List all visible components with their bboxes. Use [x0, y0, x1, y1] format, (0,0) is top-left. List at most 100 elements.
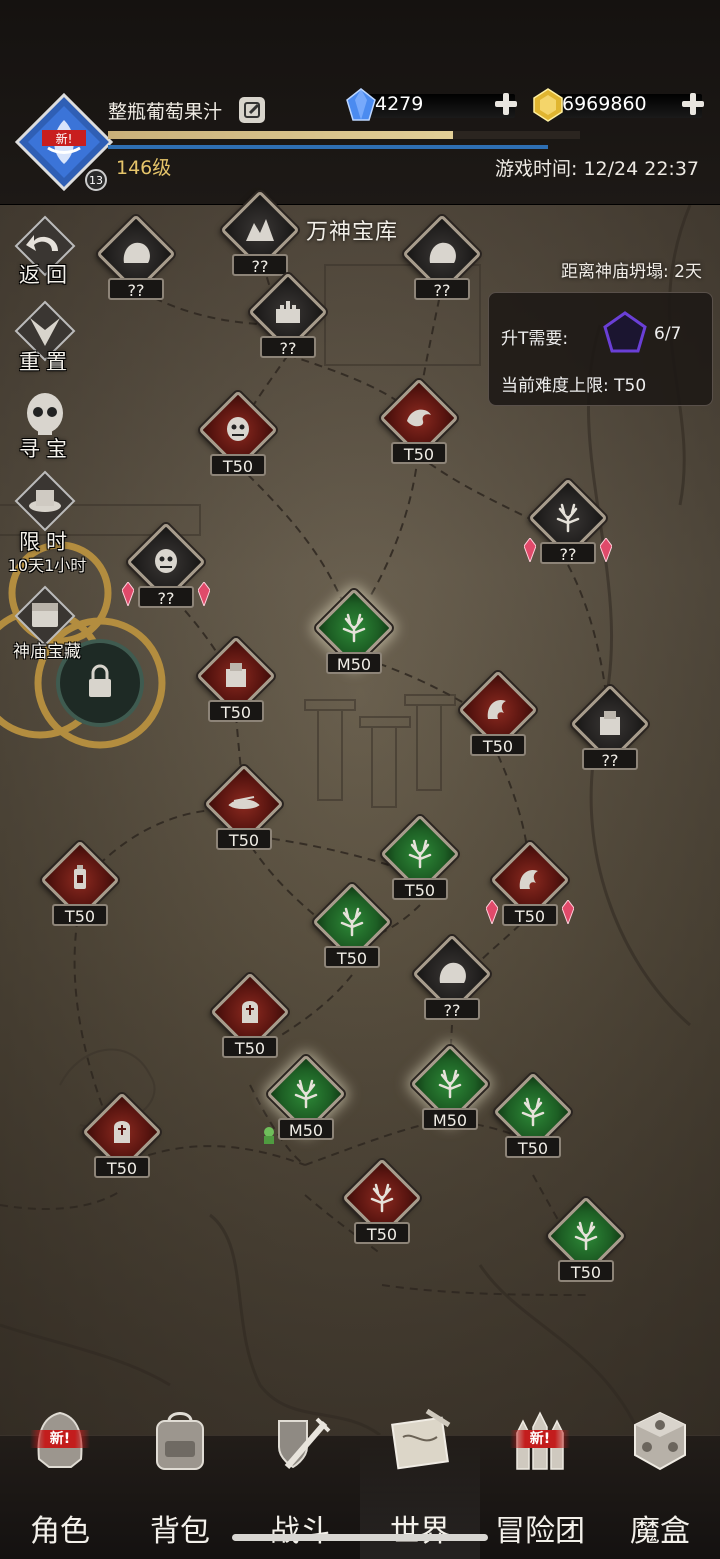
map-node[interactable]: ??	[402, 214, 482, 312]
node-label: ??	[582, 748, 638, 770]
node-label: ??	[414, 278, 470, 300]
scroll-map-icon	[391, 1408, 451, 1470]
map-node[interactable]: T50	[204, 764, 284, 862]
map-node[interactable]: T50	[485, 840, 575, 938]
node-label: T50	[392, 878, 448, 900]
reset-label: 重置	[19, 350, 73, 374]
tree-icon	[438, 1069, 462, 1099]
mountain-icon	[246, 219, 274, 241]
wreckage-icon	[228, 796, 260, 809]
avatar-new-badge: 新!	[56, 131, 73, 146]
map-node[interactable]: T50	[210, 972, 290, 1070]
node-label: ??	[540, 542, 596, 564]
add-gold-button[interactable]	[682, 93, 704, 115]
purple-pentagon-gem-icon	[603, 311, 647, 353]
node-label: T50	[210, 454, 266, 476]
map-node[interactable]: T50	[342, 1158, 422, 1256]
map-node[interactable]: T50	[40, 840, 120, 938]
blue-gem-icon	[346, 88, 376, 121]
crate-icon	[600, 711, 620, 735]
map-node[interactable]: ??	[248, 272, 328, 370]
map-node[interactable]: T50	[493, 1072, 573, 1170]
gold-currency: 6969860	[532, 88, 712, 122]
orc-head-icon	[227, 417, 249, 441]
node-label: T50	[94, 1156, 150, 1178]
nav-backpack[interactable]: 背包	[120, 1412, 240, 1559]
treasure-hunt-label: 寻宝	[19, 437, 73, 461]
player-avatar[interactable]: 新! 13	[14, 92, 114, 192]
lantern-icon	[74, 865, 86, 889]
new-badge: 新!	[510, 1430, 570, 1448]
node-label: ??	[260, 336, 316, 358]
map-node[interactable]: T50	[380, 814, 460, 912]
map-node[interactable]: T50	[379, 378, 459, 476]
player-header: 新! 13 整瓶葡萄果汁 146级 游戏时间: 12/24 22:37 4279…	[0, 0, 720, 205]
map-title: 万神宝库	[306, 220, 399, 245]
player-name: 整瓶葡萄果汁	[108, 101, 223, 123]
backpack-icon	[156, 1412, 204, 1470]
back-button[interactable]: 返回	[0, 215, 92, 295]
temple-collapse-countdown: 距离神庙坍塌: 2天	[561, 262, 702, 282]
map-node[interactable]: T50	[312, 882, 392, 980]
temple-treasure-button[interactable]: 神庙宝藏	[0, 585, 92, 665]
nav-label: 背包	[150, 1514, 210, 1549]
map-node[interactable]: ??	[96, 214, 176, 312]
back-label: 返回	[19, 263, 73, 287]
gold-count: 6969860	[562, 93, 647, 115]
map-node[interactable]: M50	[314, 588, 394, 686]
exp-bar	[108, 131, 580, 139]
add-gems-button[interactable]	[495, 93, 517, 115]
castle-icon	[276, 301, 300, 323]
claw-icon	[519, 869, 538, 889]
nav-character[interactable]: 新! 角色	[0, 1411, 120, 1559]
limited-time-remaining: 10天1小时	[7, 556, 87, 575]
node-label: M50	[326, 652, 382, 674]
limited-event-button[interactable]: 限时 10天1小时	[0, 470, 92, 580]
boulder-icon	[439, 962, 466, 983]
node-label: T50	[470, 734, 526, 756]
map-node[interactable]: T50	[458, 670, 538, 768]
edit-name-icon[interactable]	[239, 97, 265, 123]
map-node[interactable]: ??	[412, 934, 492, 1032]
red-crystal-icon	[197, 581, 211, 608]
tree-icon	[370, 1183, 394, 1213]
tombstone-icon	[242, 1001, 258, 1023]
temple-treasure-label: 神庙宝藏	[13, 642, 81, 662]
node-label: T50	[502, 904, 558, 926]
map-node[interactable]: ??	[121, 522, 211, 620]
node-label: T50	[505, 1136, 561, 1158]
tree-icon	[408, 839, 432, 869]
home-indicator[interactable]	[232, 1534, 488, 1541]
red-crystal-icon	[485, 899, 499, 926]
gold-coin-icon	[533, 88, 563, 122]
node-label: T50	[208, 700, 264, 722]
red-crystal-icon	[121, 581, 135, 608]
map-node[interactable]: T50	[196, 636, 276, 734]
nav-magic-box[interactable]: 魔盒	[600, 1411, 720, 1559]
boulder-icon	[123, 242, 150, 263]
node-label: ??	[108, 278, 164, 300]
boulder-icon	[429, 242, 456, 263]
map-node[interactable]: T50	[546, 1196, 626, 1294]
tier-info-panel: 升T需要: 6/7 当前难度上限: T50	[488, 292, 713, 406]
red-crystal-icon	[561, 899, 575, 926]
map-node[interactable]: T50	[198, 390, 278, 488]
tree-icon	[574, 1221, 598, 1251]
node-label: ??	[232, 254, 288, 276]
dragon-icon	[407, 409, 431, 427]
nav-adventure-group[interactable]: 新! 冒险团	[480, 1411, 600, 1559]
map-node[interactable]: M50	[410, 1044, 490, 1142]
map-node[interactable]: T50	[82, 1092, 162, 1190]
node-label: T50	[354, 1222, 410, 1244]
magic-cube-icon	[634, 1411, 686, 1471]
node-label: T50	[324, 946, 380, 968]
map-node[interactable]: ??	[523, 478, 613, 576]
treasure-hunt-button[interactable]: 寻宝	[0, 385, 92, 465]
node-label: M50	[422, 1108, 478, 1130]
player-level: 146级	[116, 157, 172, 179]
node-label: T50	[558, 1260, 614, 1282]
map-node[interactable]: ??	[570, 684, 650, 782]
reset-button[interactable]: 重置	[0, 300, 92, 380]
nav-label: 冒险团	[495, 1514, 585, 1549]
crate-icon	[226, 663, 246, 687]
